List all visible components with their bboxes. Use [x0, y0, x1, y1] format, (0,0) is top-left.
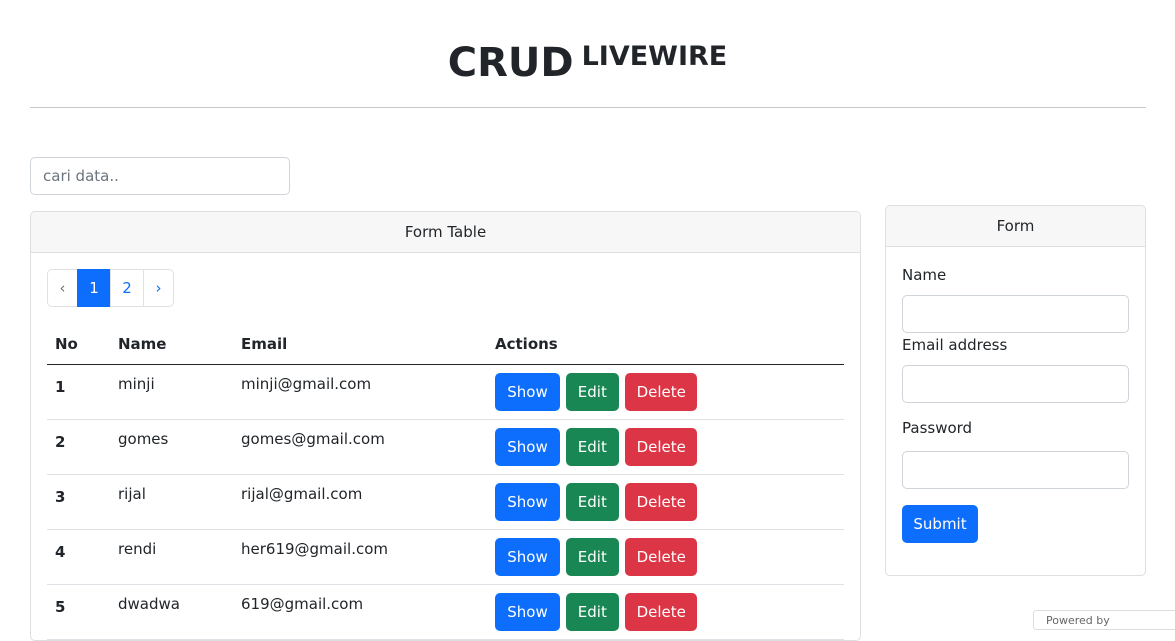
- delete-button[interactable]: Delete: [624, 427, 697, 466]
- password-label: Password: [902, 419, 973, 437]
- row-email: her619@gmail.com: [233, 529, 487, 585]
- name-field[interactable]: [902, 295, 1129, 333]
- delete-button[interactable]: Delete: [624, 372, 697, 411]
- row-no: 5: [47, 584, 110, 640]
- row-actions: Show Edit Delete: [487, 529, 844, 585]
- row-actions: Show Edit Delete: [487, 474, 844, 530]
- row-name: rendi: [110, 529, 233, 585]
- table-row: 1 minji minji@gmail.com Show Edit Delete: [47, 364, 844, 420]
- edit-button[interactable]: Edit: [565, 427, 619, 466]
- show-button[interactable]: Show: [495, 372, 560, 411]
- delete-button[interactable]: Delete: [624, 537, 697, 576]
- row-no: 4: [47, 529, 110, 585]
- row-no: 1: [47, 364, 110, 420]
- table-row: 5 dwadwa 619@gmail.com Show Edit Delete: [47, 584, 844, 640]
- header-divider: [30, 107, 1146, 108]
- show-button[interactable]: Show: [495, 592, 560, 631]
- column-header-actions: Actions: [487, 325, 844, 365]
- form-card: Form Name Email address Password Submit: [885, 205, 1146, 576]
- email-field[interactable]: [902, 365, 1129, 403]
- title-main: CRUD: [447, 40, 574, 86]
- name-label: Name: [902, 266, 947, 284]
- column-header-name: Name: [110, 325, 233, 365]
- search-input[interactable]: [30, 157, 290, 195]
- page-title: CRUD LIVEWIRE: [0, 40, 1175, 86]
- pagination-prev[interactable]: ‹: [47, 269, 78, 307]
- row-actions: Show Edit Delete: [487, 419, 844, 475]
- row-email: gomes@gmail.com: [233, 419, 487, 475]
- table-card: Form Table ‹ 1 2 › No Name Email Actions…: [30, 211, 861, 641]
- submit-button[interactable]: Submit: [902, 505, 978, 543]
- row-actions: Show Edit Delete: [487, 364, 844, 420]
- edit-button[interactable]: Edit: [565, 482, 619, 521]
- pagination-page-1[interactable]: 1: [77, 269, 111, 307]
- show-button[interactable]: Show: [495, 482, 560, 521]
- delete-button[interactable]: Delete: [624, 482, 697, 521]
- row-no: 3: [47, 474, 110, 530]
- table-row: 2 gomes gomes@gmail.com Show Edit Delete: [47, 419, 844, 475]
- row-email: rijal@gmail.com: [233, 474, 487, 530]
- password-field[interactable]: [902, 451, 1129, 489]
- table-card-header: Form Table: [31, 212, 860, 253]
- email-label: Email address: [902, 336, 1008, 354]
- form-card-header: Form: [886, 206, 1145, 247]
- row-actions: Show Edit Delete: [487, 584, 844, 640]
- row-name: dwadwa: [110, 584, 233, 640]
- title-superscript: LIVEWIRE: [581, 41, 728, 72]
- pagination: ‹ 1 2 ›: [47, 269, 174, 307]
- row-name: rijal: [110, 474, 233, 530]
- edit-button[interactable]: Edit: [565, 537, 619, 576]
- table-row: 4 rendi her619@gmail.com Show Edit Delet…: [47, 529, 844, 585]
- table-header-row: No Name Email Actions: [47, 325, 844, 365]
- row-email: 619@gmail.com: [233, 584, 487, 640]
- row-email: minji@gmail.com: [233, 364, 487, 420]
- column-header-email: Email: [233, 325, 487, 365]
- table-row: 3 rijal rijal@gmail.com Show Edit Delete: [47, 474, 844, 530]
- edit-button[interactable]: Edit: [565, 592, 619, 631]
- row-name: gomes: [110, 419, 233, 475]
- row-name: minji: [110, 364, 233, 420]
- pagination-next[interactable]: ›: [143, 269, 174, 307]
- powered-by-badge: Powered by: [1033, 610, 1175, 630]
- row-no: 2: [47, 419, 110, 475]
- column-header-no: No: [47, 325, 110, 365]
- show-button[interactable]: Show: [495, 537, 560, 576]
- pagination-page-2[interactable]: 2: [110, 269, 144, 307]
- delete-button[interactable]: Delete: [624, 592, 697, 631]
- users-table: No Name Email Actions 1 minji minji@gmai…: [47, 325, 844, 640]
- show-button[interactable]: Show: [495, 427, 560, 466]
- user-form: Name Email address Password: [902, 265, 1129, 489]
- edit-button[interactable]: Edit: [565, 372, 619, 411]
